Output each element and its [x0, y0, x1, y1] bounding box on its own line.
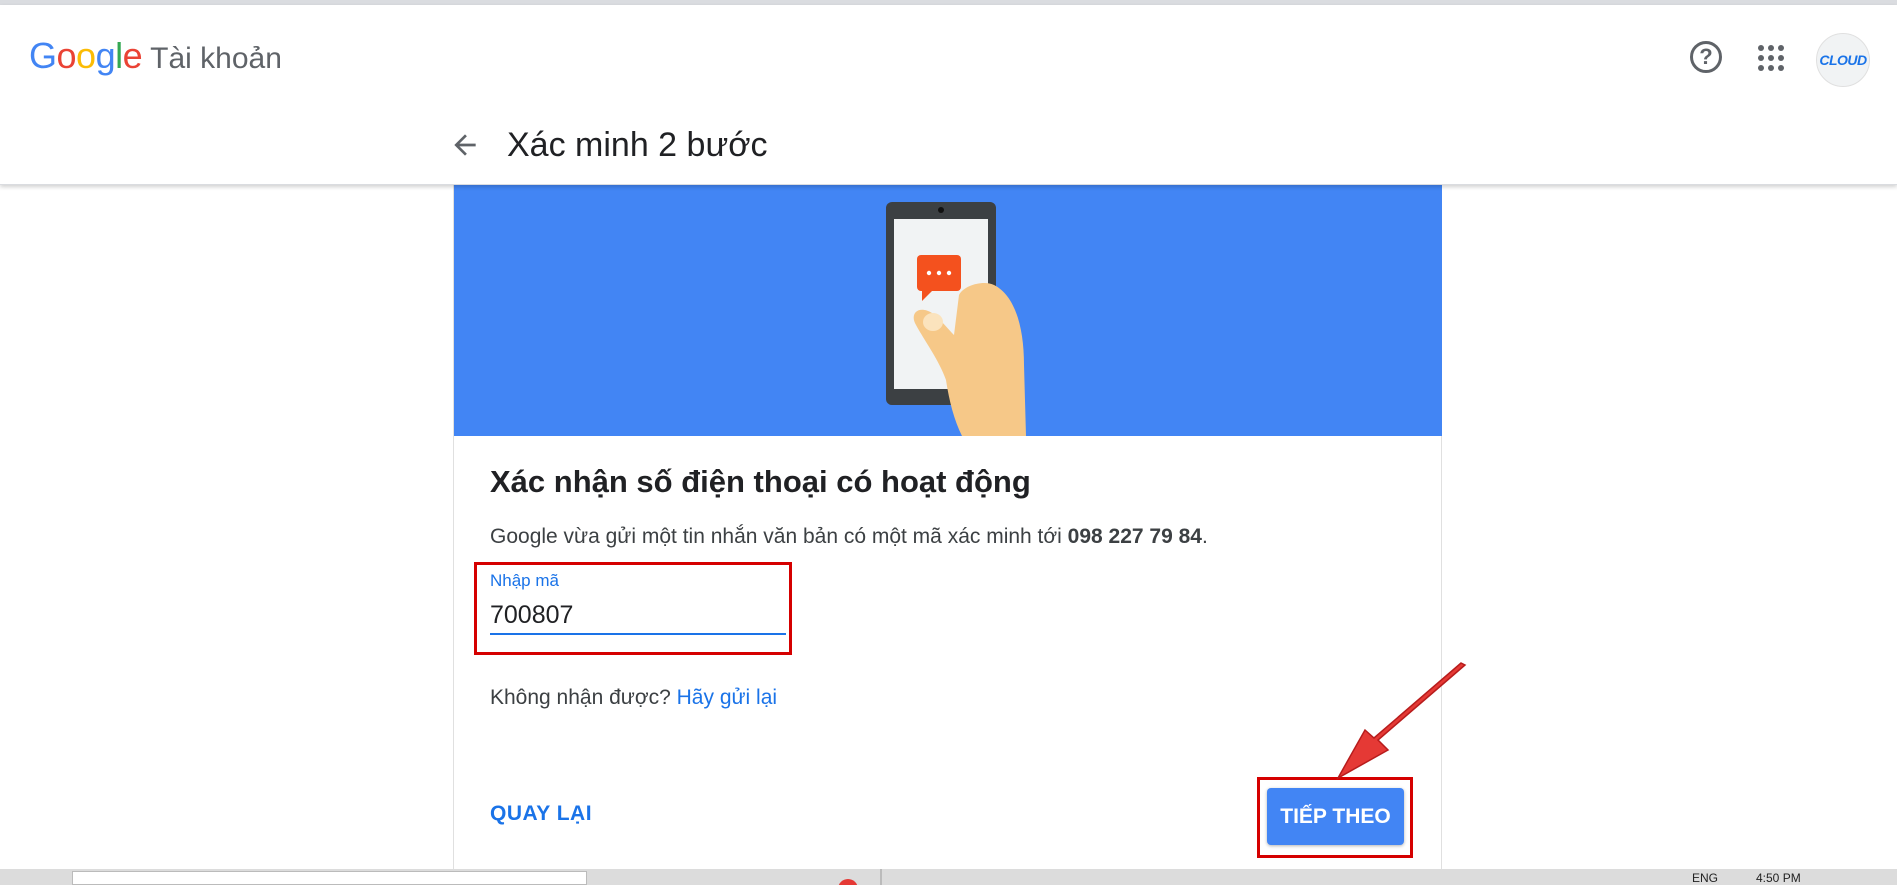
red-annotation-arrow-icon [1336, 662, 1467, 780]
product-name: Tài khoản [150, 42, 282, 75]
resend-row: Không nhận được? Hãy gửi lại [490, 686, 777, 710]
avatar-text: CLOUD [1819, 52, 1867, 68]
language-indicator[interactable]: ENG [1692, 871, 1718, 885]
resend-link[interactable]: Hãy gửi lại [677, 686, 777, 709]
page: Google Tài khoản ? CLOUD Xác minh 2 bước [0, 0, 1897, 885]
next-button[interactable]: TIẾP THEO [1267, 788, 1404, 845]
card-description: Google vừa gửi một tin nhắn văn bản có m… [490, 525, 1208, 549]
description-text: Google vừa gửi một tin nhắn văn bản có m… [490, 525, 1068, 548]
card-heading: Xác nhận số điện thoại có hoạt động [490, 464, 1031, 499]
avatar[interactable]: CLOUD [1816, 33, 1870, 87]
header: Google Tài khoản ? CLOUD Xác minh 2 bước [0, 5, 1897, 185]
taskbar: ENG 4:50 PM [0, 869, 1897, 885]
taskbar-app-icon[interactable] [838, 879, 858, 885]
phone-number: 098 227 79 84 [1067, 525, 1202, 548]
resend-prompt: Không nhận được? [490, 686, 677, 709]
phone-illustration-banner [454, 185, 1442, 436]
verification-code-input[interactable] [490, 597, 786, 635]
code-field-label: Nhập mã [490, 571, 559, 590]
google-logo: Google [29, 35, 143, 76]
back-arrow-icon[interactable] [449, 129, 481, 161]
taskbar-search-box[interactable] [72, 871, 587, 885]
apps-grid-icon[interactable] [1758, 45, 1784, 71]
clock[interactable]: 4:50 PM [1756, 871, 1801, 885]
phone-illustration [886, 202, 1026, 436]
help-icon[interactable]: ? [1690, 41, 1722, 73]
back-button[interactable]: QUAY LẠI [490, 802, 592, 826]
taskbar-divider [880, 869, 882, 885]
brand[interactable]: Google Tài khoản [29, 35, 282, 77]
description-suffix: . [1201, 525, 1208, 548]
page-title: Xác minh 2 bước [507, 126, 768, 164]
verification-card: Xác nhận số điện thoại có hoạt động Goog… [453, 185, 1442, 885]
